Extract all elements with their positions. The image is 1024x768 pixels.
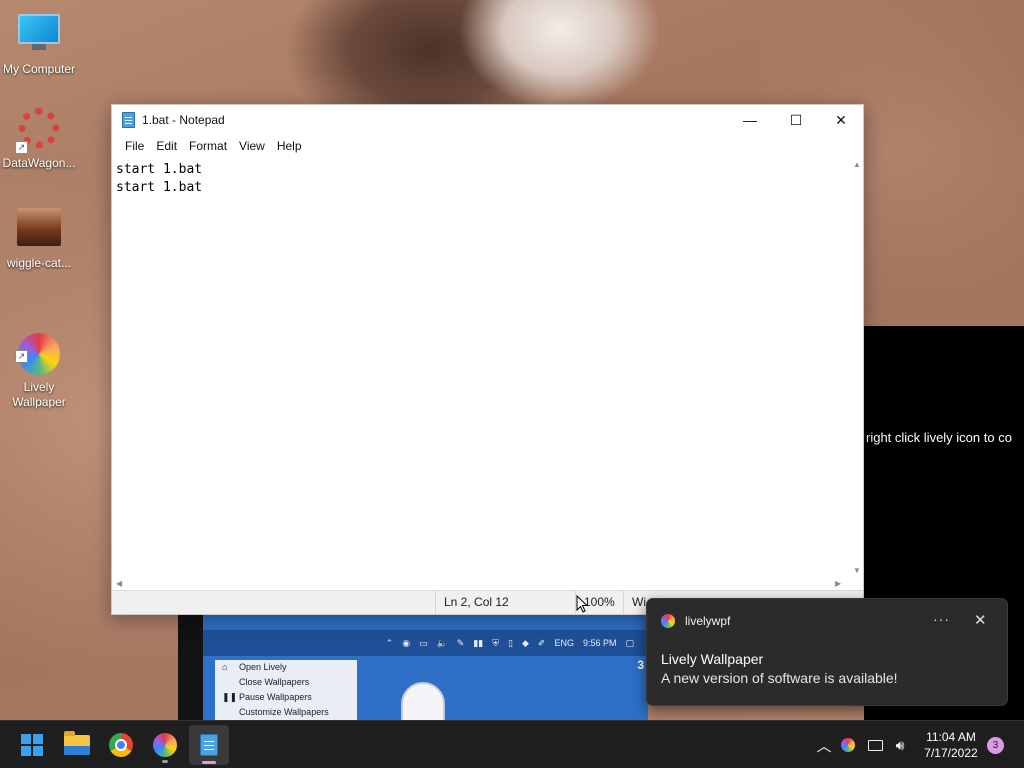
preview-taskbar: ⌃ ◉ ▭ 🔈 ✎ ▮▮ ⛨ ▯ ◆ ✐ ENG 9:56 PM ▢ [203,630,648,656]
menu-edit[interactable]: Edit [150,139,183,153]
preview-usb-icon: ▯ [508,637,513,648]
preview-badge: 3 [637,658,644,672]
folder-icon [64,731,90,755]
menu-bar: File Edit Format View Help [112,135,863,157]
chrome-icon [109,733,133,757]
notepad-icon [200,734,218,756]
toast-notification[interactable]: livelywpf ··· ✕ Lively Wallpaper A new v… [646,598,1008,706]
minimize-button[interactable]: — [727,105,773,135]
preview-volume-icon: 🔈 [436,637,448,648]
preview-cursor-icon: ✎ [456,637,465,648]
preview-time: 9:56 PM [582,638,617,648]
status-position: Ln 2, Col 12 [435,591,575,614]
system-clock[interactable]: 11:04 AM 7/17/2022 [914,729,988,761]
text-editor[interactable]: start 1.bat start 1.bat [112,157,854,578]
taskbar-lively[interactable] [145,725,185,765]
video-thumbnail-icon [17,208,61,252]
maximize-button[interactable]: ☐ [773,105,819,135]
toast-title: Lively Wallpaper [661,651,764,667]
menu-view[interactable]: View [233,139,271,153]
tray-lively-icon[interactable] [838,721,858,768]
notepad-icon [122,112,135,128]
preview-screen: ⌃ ◉ ▭ 🔈 ✎ ▮▮ ⛨ ▯ ◆ ✐ ENG 9:56 PM ▢ ⌂ Open… [203,612,648,720]
vertical-scrollbar[interactable]: ▲ ▼ [852,157,863,578]
preview-notification-icon: ▢ [625,637,634,648]
desktop-icon-label: wiggle-cat... [6,256,72,270]
preview-network-icon: ▭ [419,637,428,648]
tray-overflow-chevron-icon[interactable]: ︿ [814,721,834,768]
running-indicator [162,760,168,763]
notepad-window: 1.bat - Notepad — ☐ ✕ File Edit Format V… [111,104,864,615]
taskbar-file-explorer[interactable] [57,725,97,765]
desktop-icon-datawagon[interactable]: ↗ DataWagon... [0,106,78,171]
preview-menu-item: ⌂ Open Lively [215,660,357,675]
menu-help[interactable]: Help [271,139,308,153]
notification-count-badge[interactable]: 3 [987,737,1004,754]
taskbar-chrome[interactable] [101,725,141,765]
lively-icon [661,614,675,628]
taskbar: ︿ 🔊︎ 11:04 AM 7/17/2022 3 [0,720,1024,768]
pause-icon: ❚❚ [222,692,238,702]
menu-file[interactable]: File [119,139,150,153]
taskbar-notepad[interactable] [189,725,229,765]
preview-nvidia-icon: ◆ [521,637,529,648]
lively-icon [153,733,177,757]
desktop-icon-my-computer[interactable]: My Computer [0,10,78,77]
volume-icon[interactable]: 🔊︎ [889,721,911,768]
toast-app-name: livelywpf [685,614,731,628]
desktop-icon-label: DataWagon... [2,156,76,170]
desktop-icon-label: My Computer [2,62,76,76]
windows-logo-icon [21,734,43,756]
start-button[interactable] [12,725,52,765]
desktop-icon-wiggle-cat[interactable]: wiggle-cat... [0,208,78,271]
title-bar[interactable]: 1.bat - Notepad — ☐ ✕ [112,105,863,135]
preview-chevron-icon: ⌃ [385,637,394,648]
mouse-illustration [401,682,445,720]
lively-icon: ↗ [15,317,61,375]
preview-menu-item: Close Wallpapers [239,677,310,687]
shortcut-arrow-icon: ↗ [15,141,28,154]
preview-menu-item: ❚❚ Pause Wallpapers [215,690,357,705]
clock-time: 11:04 AM [926,730,976,744]
scroll-up-icon[interactable]: ▲ [853,160,861,169]
active-indicator [202,761,216,764]
more-options-icon[interactable]: ··· [933,611,950,627]
menu-format[interactable]: Format [183,139,233,153]
close-icon[interactable]: ✕ [974,611,987,629]
wallpaper-caption: right click lively icon to co [866,430,1012,445]
mouse-cursor-icon [576,595,588,613]
preview-bars-icon: ▮▮ [473,637,484,648]
window-title: 1.bat - Notepad [142,113,225,127]
preview-menu-item: Customize Wallpapers [239,707,329,717]
toast-body: A new version of software is available! [661,670,898,686]
network-icon[interactable] [864,721,886,768]
gear-icon: ↗ [15,108,61,154]
scroll-right-icon[interactable]: ▶ [835,579,841,588]
shortcut-arrow-icon: ↗ [15,350,28,363]
preview-discord-icon: ◉ [402,637,411,648]
desktop-icon-lively-wallpaper[interactable]: ↗ Lively Wallpaper [0,302,78,425]
preview-shield-icon: ⛨ [492,637,500,648]
computer-icon [17,14,61,58]
preview-pen-icon: ✐ [537,637,546,648]
preview-context-menu: ⌂ Open Lively Close Wallpapers ❚❚ Pause Wa… [215,660,357,720]
close-button[interactable]: ✕ [818,105,864,135]
scroll-down-icon[interactable]: ▼ [853,566,861,575]
clock-date: 7/17/2022 [924,746,978,760]
home-icon: ⌂ [222,662,228,672]
scroll-left-icon[interactable]: ◀ [116,579,122,588]
preview-lang: ENG [554,638,574,648]
wallpaper-preview: ⌃ ◉ ▭ 🔈 ✎ ▮▮ ⛨ ▯ ◆ ✐ ENG 9:56 PM ▢ ⌂ Open… [178,612,648,720]
